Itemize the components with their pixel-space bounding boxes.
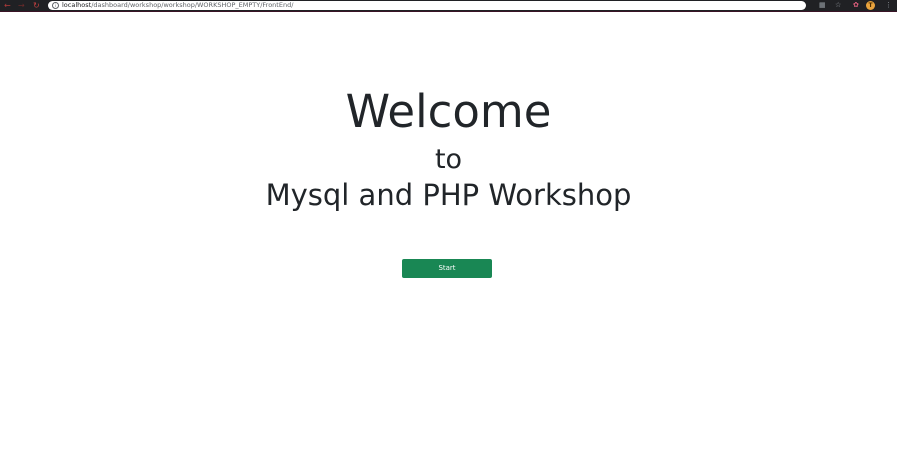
url-host: localhost [62, 1, 92, 9]
extension-icon[interactable]: ✿ [853, 1, 859, 10]
to-heading: to [434, 144, 463, 175]
forward-arrow-icon[interactable]: → [18, 0, 25, 11]
browser-toolbar: ← → ↻ i localhost/dashboard/workshop/wor… [0, 0, 897, 12]
kebab-menu-icon[interactable]: ⋮ [885, 1, 892, 10]
main-content: Welcome to Mysql and PHP Workshop Start [0, 12, 897, 468]
workshop-title: Mysql and PHP Workshop [265, 178, 632, 212]
reload-icon[interactable]: ↻ [33, 0, 40, 11]
avatar[interactable]: T [866, 1, 875, 10]
back-arrow-icon[interactable]: ← [4, 0, 11, 11]
translate-icon[interactable]: ▦ [819, 1, 826, 10]
start-button[interactable]: Start [402, 259, 492, 278]
url-path: /dashboard/workshop/workshop/WORKSHOP_EM… [91, 1, 294, 9]
url-text[interactable]: localhost/dashboard/workshop/workshop/WO… [62, 1, 293, 10]
address-bar[interactable]: i localhost/dashboard/workshop/workshop/… [48, 1, 806, 10]
star-icon[interactable]: ☆ [835, 1, 841, 10]
info-icon[interactable]: i [52, 2, 59, 9]
welcome-heading: Welcome [345, 85, 552, 138]
